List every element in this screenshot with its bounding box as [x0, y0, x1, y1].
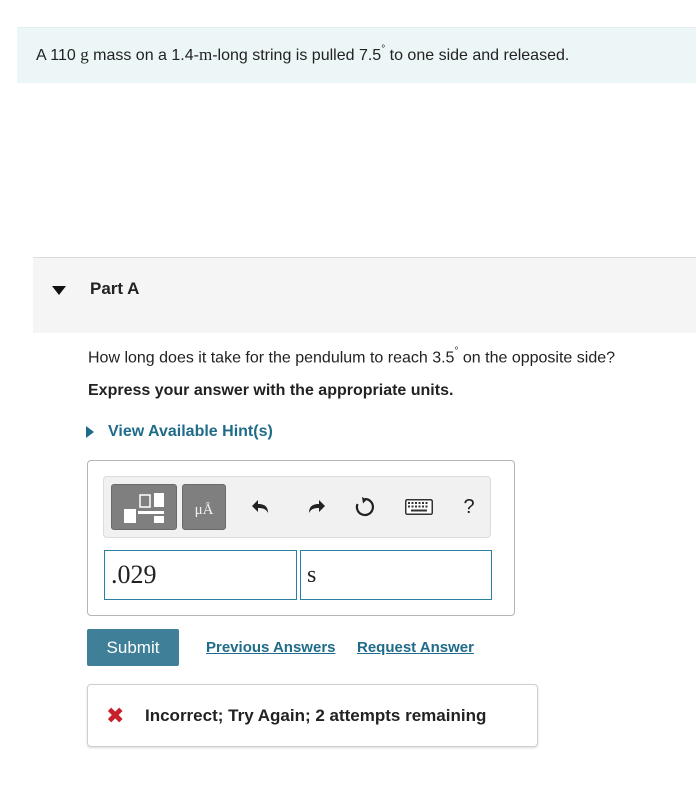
feedback-message: Incorrect; Try Again; 2 attempts remaini… [145, 706, 487, 725]
collapse-caret-icon[interactable] [52, 286, 66, 295]
keyboard-icon [405, 499, 433, 515]
problem-text: A 110 g mass on a 1.4-m-long string is p… [36, 43, 570, 65]
x-icon: ✖ [106, 703, 125, 728]
submit-button[interactable]: Submit [87, 629, 179, 666]
templates-button[interactable] [111, 484, 177, 530]
problem-text-part: to one side and released. [385, 47, 570, 64]
view-hints-link[interactable]: View Available Hint(s) [86, 423, 273, 441]
problem-text-part: mass on a 1.4- [88, 47, 199, 64]
redo-button[interactable] [300, 491, 330, 523]
expand-caret-icon [86, 426, 94, 438]
math-toolbar: μÅ ? [103, 476, 491, 538]
problem-text-part: -long string is pulled 7.5 [212, 47, 382, 64]
help-icon: ? [463, 495, 475, 518]
unit-grams: g [80, 45, 89, 64]
degree-symbol: ° [454, 346, 459, 357]
answer-value-text: .029 [111, 560, 157, 589]
degree-symbol: ° [381, 43, 386, 55]
reset-icon [355, 497, 374, 517]
reset-button[interactable] [350, 491, 380, 523]
answer-value-input[interactable]: .029 [104, 550, 297, 600]
answer-unit-text: s [307, 562, 317, 588]
redo-icon [309, 500, 325, 513]
answer-box: μÅ ? .029 s [87, 460, 515, 616]
help-button[interactable]: ? [454, 491, 484, 523]
question-end: on the opposite side? [458, 349, 616, 367]
unit-meters: m [198, 45, 213, 64]
keyboard-button[interactable] [402, 491, 436, 523]
undo-icon [252, 500, 268, 513]
question-main: How long does it take for the pendulum t… [88, 349, 455, 367]
feedback-box: ✖ Incorrect; Try Again; 2 attempts remai… [87, 684, 538, 747]
answer-unit-input[interactable]: s [300, 550, 492, 600]
units-button[interactable]: μÅ [182, 484, 226, 530]
previous-answers-link[interactable]: Previous Answers [206, 639, 336, 656]
hint-label[interactable]: View Available Hint(s) [108, 423, 273, 441]
problem-statement: A 110 g mass on a 1.4-m-long string is p… [17, 27, 696, 83]
request-answer-link[interactable]: Request Answer [357, 639, 474, 656]
part-title: Part A [90, 279, 140, 298]
units-label: μÅ [194, 502, 214, 518]
part-a-header[interactable]: Part A [33, 257, 696, 333]
templates-icon [124, 493, 164, 523]
problem-text-part: A 110 [36, 47, 81, 64]
answer-instruction: Express your answer with the appropriate… [88, 382, 454, 399]
question-text: How long does it take for the pendulum t… [88, 346, 616, 367]
undo-button[interactable] [247, 491, 277, 523]
